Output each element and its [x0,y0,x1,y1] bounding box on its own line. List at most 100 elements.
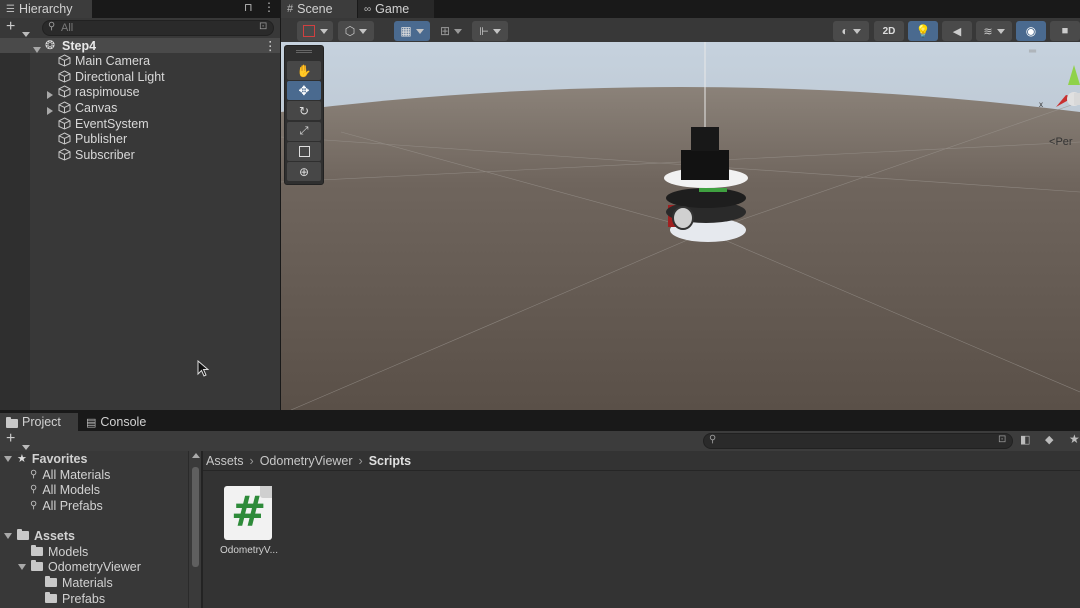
folder-item[interactable]: Materials [45,575,113,590]
hand-tool-button[interactable]: ✋ [287,61,321,80]
hierarchy-toolbar: + ⚲ All ⊡ [0,18,280,38]
console-tab-label: Console [100,415,147,429]
gameobject-cube-icon [58,148,71,161]
scrollbar-thumb[interactable] [192,467,199,567]
scene-row[interactable]: ❂ Step4 ⋮ [0,38,280,53]
favorite-item[interactable]: ⚲ All Models [30,482,100,497]
camera-settings-button[interactable]: ■ [1050,21,1080,41]
hierarchy-item[interactable]: Publisher [58,131,127,146]
search-options-icon[interactable]: ⊡ [998,434,1006,445]
hierarchy-item[interactable]: EventSystem [58,116,149,131]
shading-mode-icon [302,25,315,37]
file-name-label: OdometryV... [220,545,278,556]
favorite-item[interactable]: ⚲ All Materials [30,467,110,482]
grid-snap-icon: ▦ [400,24,412,38]
hierarchy-item[interactable]: Subscriber [58,147,135,162]
transform-tool-button[interactable]: ⊕ [287,162,321,181]
search-field[interactable]: ⚲ All ⊡ [42,20,274,36]
scale-tool-button[interactable]: ⤢ [287,122,321,141]
orientation-gizmo[interactable] [1036,57,1080,127]
folder-item-label: Models [48,544,89,559]
chevron-down-icon[interactable] [18,563,26,570]
increment-snap-button[interactable]: ⊩ [472,21,508,41]
hierarchy-item[interactable]: raspimouse [58,84,140,99]
scroll-up-icon[interactable] [192,453,200,458]
move-arrows-icon: ✥ [298,82,310,98]
more-menu-icon[interactable]: ⋮ [263,0,275,14]
project-search-input[interactable]: ⚲ ⊡ [703,433,1013,449]
toggle-2d-button[interactable]: 2D [874,21,904,41]
breadcrumb-item[interactable]: Assets [206,454,244,468]
hierarchy-item-label: raspimouse [75,84,140,99]
filter-by-label-icon[interactable]: ◆ [1045,433,1053,446]
favorite-item[interactable]: ⚲ All Prefabs [30,498,103,513]
search-input[interactable]: All [61,22,73,34]
lighting-toggle-button[interactable]: 💡 [908,21,938,41]
hierarchy-item[interactable]: Main Camera [58,53,150,68]
audio-toggle-button[interactable]: ◀ [942,21,972,41]
rect-icon [298,146,310,157]
overlay-menu-icon[interactable]: ═ [1029,46,1036,57]
snap-button[interactable]: ⊞ [434,21,468,41]
chevron-down-icon[interactable] [4,455,12,462]
shading-button[interactable]: ◐ [833,21,869,41]
rotate-tool-button[interactable]: ↻ [287,101,321,120]
tab-project[interactable]: Project [0,413,78,431]
assets-header[interactable]: Assets [4,528,75,543]
folder-item[interactable]: Models [31,544,88,559]
search-icon: ⚲ [30,484,38,495]
add-icon[interactable]: + [6,430,15,448]
hierarchy-item-label: Main Camera [75,53,151,68]
project-tab-label: Project [22,415,61,429]
favorites-header[interactable]: ★ Favorites [4,451,87,466]
tab-hierarchy[interactable]: ☰ Hierarchy [0,0,92,18]
scene-tab-label: Scene [297,2,333,16]
add-icon[interactable]: + [6,18,15,36]
scene-viewport[interactable]: x ═ <Per [281,42,1080,410]
move-tool-button[interactable]: ✥ [287,81,321,100]
lock-icon[interactable]: ⊓ [244,1,253,14]
scene-menu-icon[interactable]: ⋮ [264,38,277,53]
breadcrumb-separator [203,470,1080,471]
favorite-star-icon[interactable]: ★ [1069,432,1080,446]
hierarchy-item[interactable]: Directional Light [58,69,165,84]
scene-name: Step4 [62,39,97,53]
tab-scene[interactable]: # Scene [281,0,357,18]
folder-item[interactable]: Prefabs [45,591,105,606]
filter-by-type-icon[interactable]: ◧ [1020,433,1030,446]
script-file-item[interactable]: # OdometryV... [215,484,283,564]
draw-mode-button[interactable] [297,21,333,41]
grid-toggle-button[interactable]: ▦ [394,21,430,41]
console-icon: ▤ [86,416,97,429]
gameobject-cube-icon [58,85,71,98]
visibility-toggle-button[interactable]: ◉ [1016,21,1046,41]
tab-game[interactable]: ∞ Game [358,0,434,18]
cube-icon: ⬡ [344,24,356,38]
render-mode-button[interactable]: ⬡ [338,21,374,41]
perspective-label[interactable]: <Per [1049,136,1073,148]
chevron-down-icon[interactable] [4,532,12,539]
folder-item[interactable]: OdometryViewer [18,559,141,574]
folder-item-label: Prefabs [62,591,106,606]
gameobject-cube-icon [58,70,71,83]
expand-arrow-icon[interactable] [47,88,53,102]
hierarchy-body: ❂ Step4 ⋮ [0,38,280,410]
chevron-down-icon[interactable] [33,42,41,56]
expand-arrow-icon[interactable] [47,104,53,118]
project-content-pane [203,451,1080,608]
rect-tool-button[interactable] [287,142,321,161]
breadcrumb-current[interactable]: Scripts [369,454,411,468]
breadcrumb-item[interactable]: OdometryViewer [260,454,353,468]
effects-button[interactable]: ≋ [976,21,1012,41]
hierarchy-item[interactable]: Canvas [58,100,117,115]
tools-grip[interactable] [296,50,312,53]
search-options-icon[interactable]: ⊡ [259,21,267,32]
gameobject-cube-icon [58,117,71,130]
assets-label: Assets [34,528,75,543]
tab-console[interactable]: ▤ Console [80,413,158,431]
hierarchy-item-label: Subscriber [75,147,135,162]
star-icon: ★ [17,453,27,465]
project-tree-scrollbar[interactable] [188,451,201,608]
speaker-icon: ◀ [952,25,962,38]
chevron-right-icon: › [249,454,254,468]
